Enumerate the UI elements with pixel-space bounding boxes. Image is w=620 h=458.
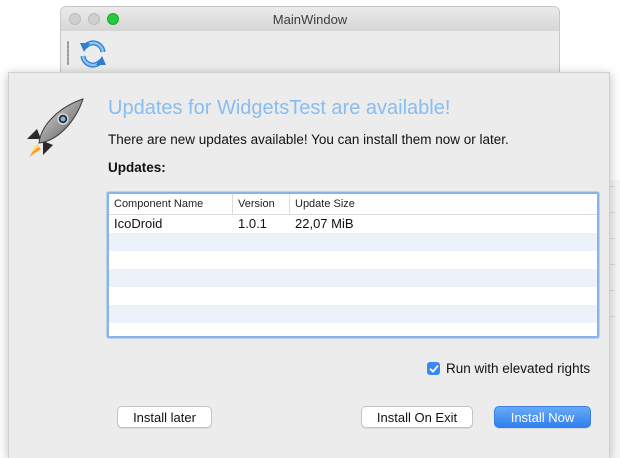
- cell-version: 1.0.1: [238, 216, 267, 231]
- empty-table-row: [109, 287, 597, 305]
- rocket-icon: [27, 98, 84, 157]
- main-window: MainWindow: [60, 6, 560, 77]
- table-header: Component Name Version Update Size: [109, 194, 597, 215]
- update-dialog: Updates for WidgetsTest are available! T…: [8, 72, 610, 458]
- cell-update-size: 22,07 MiB: [295, 216, 354, 231]
- window-title: MainWindow: [272, 12, 348, 27]
- column-header-version[interactable]: Version: [233, 194, 290, 214]
- install-later-button[interactable]: Install later: [117, 406, 212, 428]
- column-header-component-name[interactable]: Component Name: [109, 194, 233, 214]
- cell-component-name: IcoDroid: [114, 216, 163, 231]
- dialog-heading: Updates for WidgetsTest are available!: [108, 97, 451, 119]
- empty-table-row: [109, 323, 597, 336]
- empty-table-row: [109, 269, 597, 287]
- elevated-rights-option[interactable]: Run with elevated rights: [427, 361, 590, 376]
- title-bar: MainWindow: [61, 7, 559, 31]
- updates-table[interactable]: Component Name Version Update Size IcoDr…: [107, 192, 599, 338]
- updates-label: Updates:: [108, 160, 166, 175]
- empty-table-row: [109, 305, 597, 323]
- elevated-rights-label[interactable]: Run with elevated rights: [446, 361, 590, 376]
- elevated-rights-checkbox[interactable]: [427, 362, 440, 375]
- empty-table-row: [109, 251, 597, 269]
- dialog-message: There are new updates available! You can…: [108, 132, 509, 147]
- install-now-button[interactable]: Install Now: [494, 406, 591, 428]
- checkmark-icon: [429, 364, 438, 372]
- toolbar-grip[interactable]: [67, 41, 69, 65]
- refresh-icon[interactable]: [76, 37, 110, 71]
- column-header-update-size[interactable]: Update Size: [290, 194, 597, 214]
- table-body: IcoDroid 1.0.1 22,07 MiB: [109, 215, 597, 336]
- install-on-exit-button[interactable]: Install On Exit: [361, 406, 473, 428]
- empty-table-row: [109, 233, 597, 251]
- toolbar: [61, 31, 559, 77]
- table-row[interactable]: IcoDroid 1.0.1 22,07 MiB: [109, 215, 597, 233]
